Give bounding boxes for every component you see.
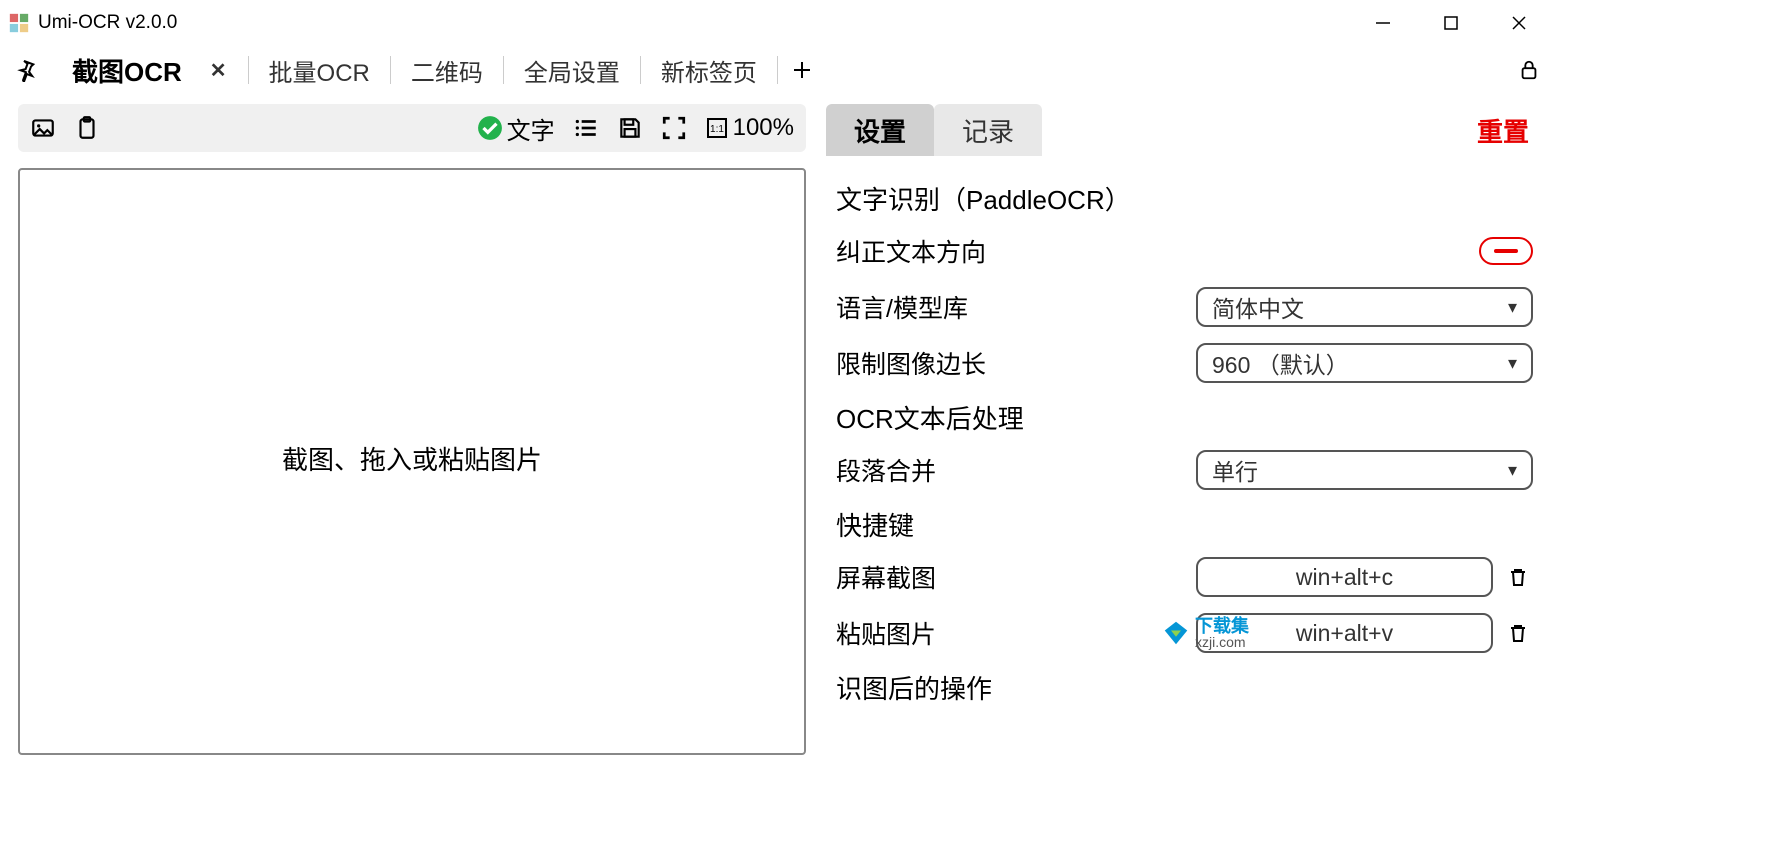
reset-button[interactable]: 重置 xyxy=(1477,104,1543,156)
tab-strip: 截图OCR ✕ 批量OCR 二维码 全局设置 新标签页 xyxy=(0,46,1561,94)
row-hotkey-screenshot: 屏幕截图 win+alt+c xyxy=(836,555,1533,599)
select-language-value: 简体中文 xyxy=(1212,290,1304,324)
app-icon xyxy=(8,12,30,34)
select-paragraph[interactable]: 单行 ▾ xyxy=(1196,450,1533,490)
select-language[interactable]: 简体中文 ▾ xyxy=(1196,287,1533,327)
right-tab-log[interactable]: 记录 xyxy=(934,104,1042,156)
fullscreen-icon[interactable] xyxy=(661,115,687,141)
zoom-value: 100% xyxy=(733,114,794,142)
tab-qrcode[interactable]: 二维码 xyxy=(391,46,503,94)
hotkey-screenshot-input[interactable]: win+alt+c xyxy=(1196,557,1493,597)
mode-text[interactable]: 文字 xyxy=(477,111,555,146)
tab-label: 截图OCR xyxy=(72,52,182,89)
tab-batch-ocr[interactable]: 批量OCR xyxy=(249,46,390,94)
canvas-hint: 截图、拖入或粘贴图片 xyxy=(282,440,542,477)
tab-label: 二维码 xyxy=(411,53,483,88)
section-after: 识图后的操作 xyxy=(832,655,1537,718)
label-direction: 纠正文本方向 xyxy=(836,233,1479,269)
trash-icon[interactable] xyxy=(1503,618,1533,648)
tab-label: 批量OCR xyxy=(269,53,370,88)
section-postprocess: OCR文本后处理 xyxy=(832,385,1537,448)
settings-panel: 文字识别（PaddleOCR） 纠正文本方向 语言/模型库 简体中文 ▾ xyxy=(826,156,1543,755)
left-toolbar: 文字 1:1 100% xyxy=(18,104,806,152)
toggle-direction[interactable] xyxy=(1479,237,1533,265)
save-icon[interactable] xyxy=(617,115,643,141)
chevron-down-icon: ▾ xyxy=(1508,353,1517,374)
section-hotkeys: 快捷键 xyxy=(832,492,1537,555)
main-area: 文字 1:1 100% 截图、拖入或粘贴图片 设置 记录 重置 文字识别（Pad… xyxy=(0,94,1561,755)
row-direction: 纠正文本方向 xyxy=(836,229,1533,273)
list-icon[interactable] xyxy=(573,115,599,141)
label-hotkey-paste: 粘贴图片 xyxy=(836,615,1196,651)
select-limit[interactable]: 960 （默认） ▾ xyxy=(1196,343,1533,383)
lock-icon[interactable] xyxy=(1505,59,1553,81)
right-tab-settings[interactable]: 设置 xyxy=(826,104,934,156)
image-icon[interactable] xyxy=(30,115,56,141)
label-paragraph: 段落合并 xyxy=(836,452,1196,488)
row-paragraph: 段落合并 单行 ▾ xyxy=(836,448,1533,492)
maximize-button[interactable] xyxy=(1417,0,1485,46)
window-title: Umi-OCR v2.0.0 xyxy=(38,12,177,34)
chevron-down-icon: ▾ xyxy=(1508,297,1517,318)
zoom-level[interactable]: 1:1 100% xyxy=(705,114,794,142)
svg-text:1:1: 1:1 xyxy=(710,124,724,135)
mode-label: 文字 xyxy=(507,111,555,146)
right-tabs: 设置 记录 重置 xyxy=(826,104,1543,156)
select-limit-value: 960 （默认） xyxy=(1212,346,1349,380)
tab-label: 新标签页 xyxy=(661,53,757,88)
titlebar: Umi-OCR v2.0.0 xyxy=(0,0,1561,46)
select-paragraph-value: 单行 xyxy=(1212,453,1258,487)
add-tab-button[interactable] xyxy=(778,59,826,81)
section-ocr-engine: 文字识别（PaddleOCR） xyxy=(832,166,1537,229)
left-pane: 文字 1:1 100% 截图、拖入或粘贴图片 xyxy=(18,104,806,755)
label-hotkey-screenshot: 屏幕截图 xyxy=(836,559,1196,595)
clipboard-icon[interactable] xyxy=(74,115,100,141)
minimize-button[interactable] xyxy=(1349,0,1417,46)
image-canvas[interactable]: 截图、拖入或粘贴图片 xyxy=(18,168,806,755)
pin-icon[interactable] xyxy=(8,52,44,88)
trash-icon[interactable] xyxy=(1503,562,1533,592)
label-language: 语言/模型库 xyxy=(836,289,1196,325)
close-button[interactable] xyxy=(1485,0,1553,46)
tab-label: 全局设置 xyxy=(524,53,620,88)
tab-close-icon[interactable]: ✕ xyxy=(210,58,227,83)
tab-global-settings[interactable]: 全局设置 xyxy=(504,46,640,94)
chevron-down-icon: ▾ xyxy=(1508,460,1517,481)
row-hotkey-paste: 粘贴图片 win+alt+v xyxy=(836,611,1533,655)
row-language: 语言/模型库 简体中文 ▾ xyxy=(836,285,1533,329)
right-pane: 设置 记录 重置 文字识别（PaddleOCR） 纠正文本方向 语言/模型库 简… xyxy=(826,104,1543,755)
hotkey-paste-input[interactable]: win+alt+v xyxy=(1196,613,1493,653)
tab-new[interactable]: 新标签页 xyxy=(641,46,777,94)
tab-screenshot-ocr[interactable]: 截图OCR ✕ xyxy=(52,46,248,94)
label-limit: 限制图像边长 xyxy=(836,345,1196,381)
row-limit: 限制图像边长 960 （默认） ▾ xyxy=(836,341,1533,385)
